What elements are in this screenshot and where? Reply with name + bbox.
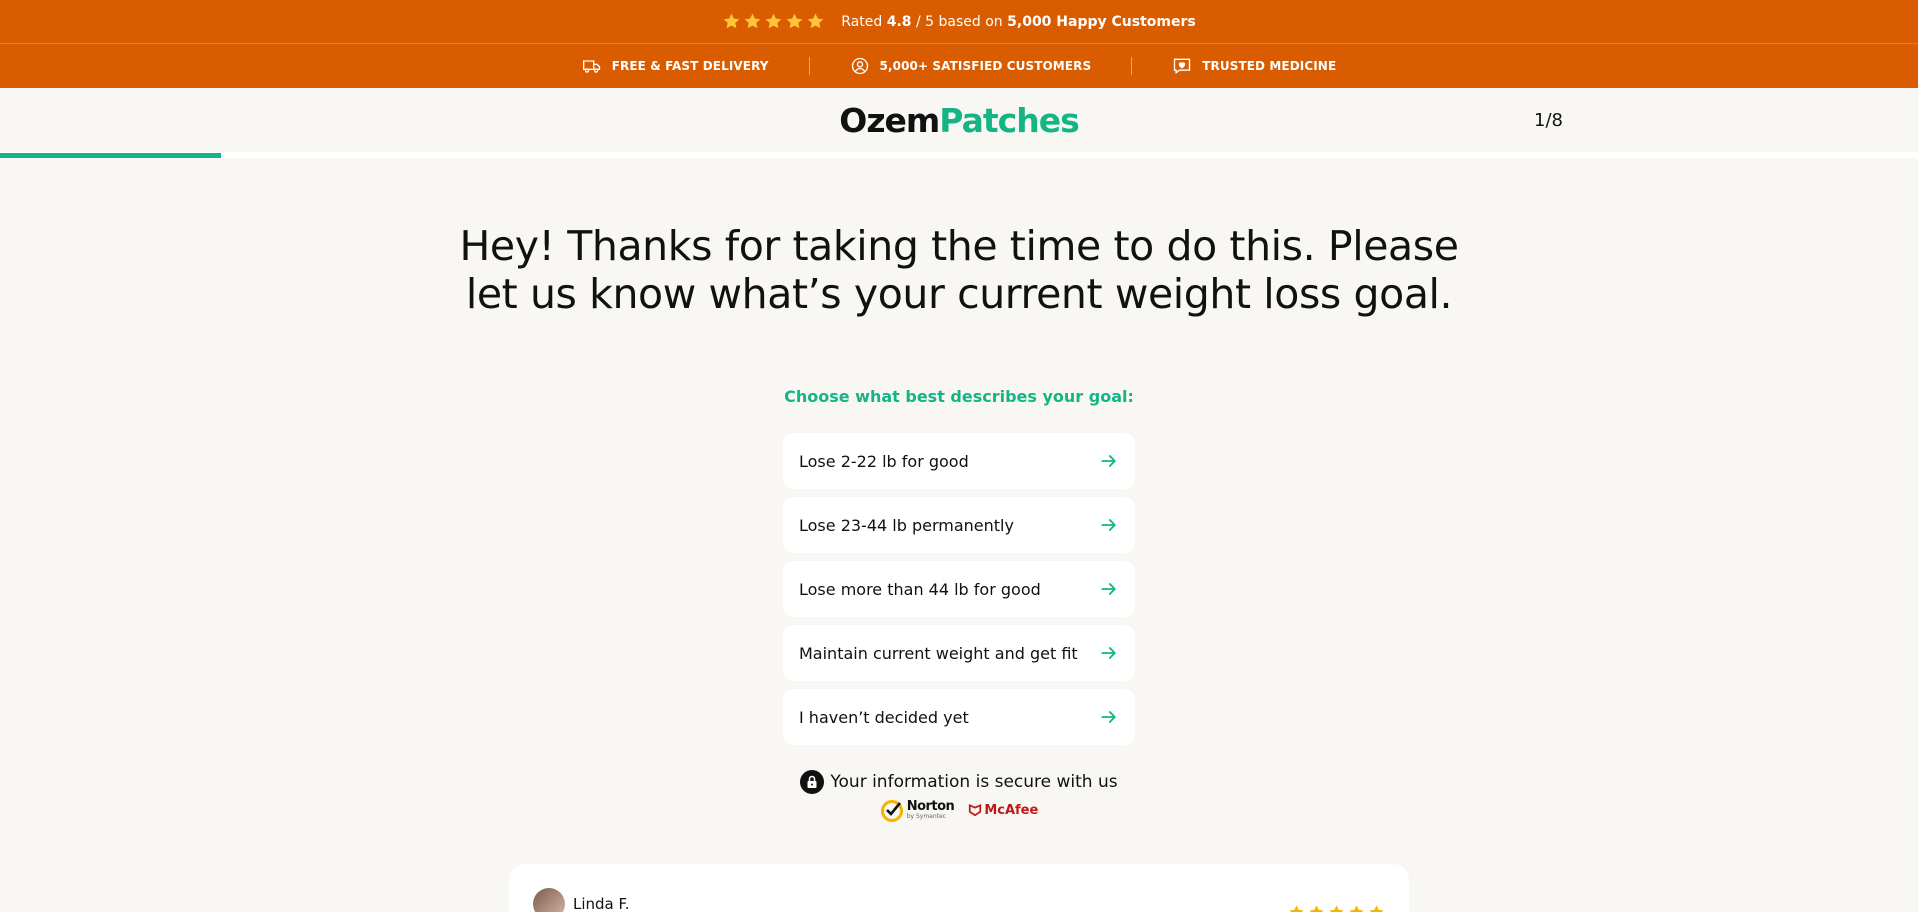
star-icon xyxy=(744,13,761,29)
goal-options: Lose 2-22 lb for good Lose 23-44 lb perm… xyxy=(783,433,1135,753)
reviewer-name: Linda F. xyxy=(573,895,630,912)
norton-name: Norton xyxy=(906,798,955,814)
mcafee-badge: McAfee xyxy=(968,803,1038,818)
trust-label: TRUSTED MEDICINE xyxy=(1202,59,1337,73)
trust-label: FREE & FAST DELIVERY xyxy=(611,59,769,73)
reviewer: Linda F. xyxy=(533,888,630,912)
trust-item-customers: 5,000+ SATISFIED CUSTOMERS xyxy=(810,56,1132,76)
rating-scale: / 5 based on xyxy=(916,13,1003,30)
rated-prefix: Rated xyxy=(841,13,883,30)
arrow-right-icon xyxy=(1101,455,1116,467)
trust-item-delivery: FREE & FAST DELIVERY xyxy=(542,56,809,76)
progress-fill xyxy=(0,153,221,158)
page-title: Hey! Thanks for taking the time to do th… xyxy=(459,222,1459,318)
star-icon xyxy=(786,13,803,29)
goal-option-maintain[interactable]: Maintain current weight and get fit xyxy=(783,625,1135,681)
progress-bar xyxy=(0,153,1918,158)
star-icon xyxy=(723,13,740,29)
logo-part-1: Ozem xyxy=(839,100,940,140)
trust-bar: FREE & FAST DELIVERY 5,000+ SATISFIED CU… xyxy=(0,44,1918,88)
review-card: Linda F. xyxy=(509,864,1409,912)
arrow-right-icon xyxy=(1101,519,1116,531)
option-label: Lose 23-44 lb permanently xyxy=(799,515,1014,535)
arrow-right-icon xyxy=(1101,711,1116,723)
lock-icon xyxy=(800,770,825,794)
page-subtitle: Choose what best describes your goal: xyxy=(784,387,1134,406)
goal-option-lose-23-44[interactable]: Lose 23-44 lb permanently xyxy=(783,497,1135,553)
trust-item-medicine: TRUSTED MEDICINE xyxy=(1132,56,1376,76)
option-label: I haven’t decided yet xyxy=(799,707,969,727)
logo[interactable]: OzemPatches xyxy=(839,100,1079,140)
star-icon xyxy=(765,13,782,29)
customer-count: 5,000 Happy Customers xyxy=(1007,13,1196,30)
star-icon xyxy=(1349,905,1364,912)
rating-text: Rated 4.8 / 5 based on 5,000 Happy Custo… xyxy=(841,14,1195,30)
review-stars xyxy=(1288,904,1385,912)
star-icon xyxy=(807,13,824,29)
trust-label: 5,000+ SATISFIED CUSTOMERS xyxy=(879,59,1092,73)
user-circle-icon xyxy=(851,57,868,75)
step-counter: 1/8 xyxy=(1534,110,1563,131)
goal-option-undecided[interactable]: I haven’t decided yet xyxy=(783,689,1135,745)
logo-part-2: Patches xyxy=(939,100,1079,140)
star-icon xyxy=(1309,905,1324,912)
star-icon xyxy=(1289,905,1304,912)
option-label: Lose 2-22 lb for good xyxy=(799,451,969,471)
mcafee-name: McAfee xyxy=(984,802,1039,818)
norton-badge: Norton by Symantec xyxy=(880,798,955,822)
rating-stars xyxy=(722,12,825,31)
norton-subtitle: by Symantec xyxy=(906,812,946,820)
heart-message-icon xyxy=(1174,58,1191,74)
security-note: Your information is secure with us xyxy=(459,770,1459,794)
option-label: Maintain current weight and get fit xyxy=(799,643,1078,663)
star-icon xyxy=(1329,905,1344,912)
norton-check-icon xyxy=(880,800,903,822)
goal-option-lose-2-22[interactable]: Lose 2-22 lb for good xyxy=(783,433,1135,489)
truck-icon xyxy=(582,60,600,73)
rating-value: 4.8 xyxy=(886,13,912,30)
security-badges: Norton by Symantec McAfee xyxy=(459,798,1459,822)
star-icon xyxy=(1369,905,1384,912)
rating-bar: Rated 4.8 / 5 based on 5,000 Happy Custo… xyxy=(0,0,1918,44)
arrow-right-icon xyxy=(1101,583,1116,595)
arrow-right-icon xyxy=(1101,647,1116,659)
option-label: Lose more than 44 lb for good xyxy=(799,579,1041,599)
mcafee-shield-icon xyxy=(969,803,982,817)
site-header: OzemPatches 1/8 xyxy=(0,88,1918,156)
avatar xyxy=(533,888,565,912)
security-text: Your information is secure with us xyxy=(830,772,1118,792)
goal-option-lose-more-44[interactable]: Lose more than 44 lb for good xyxy=(783,561,1135,617)
